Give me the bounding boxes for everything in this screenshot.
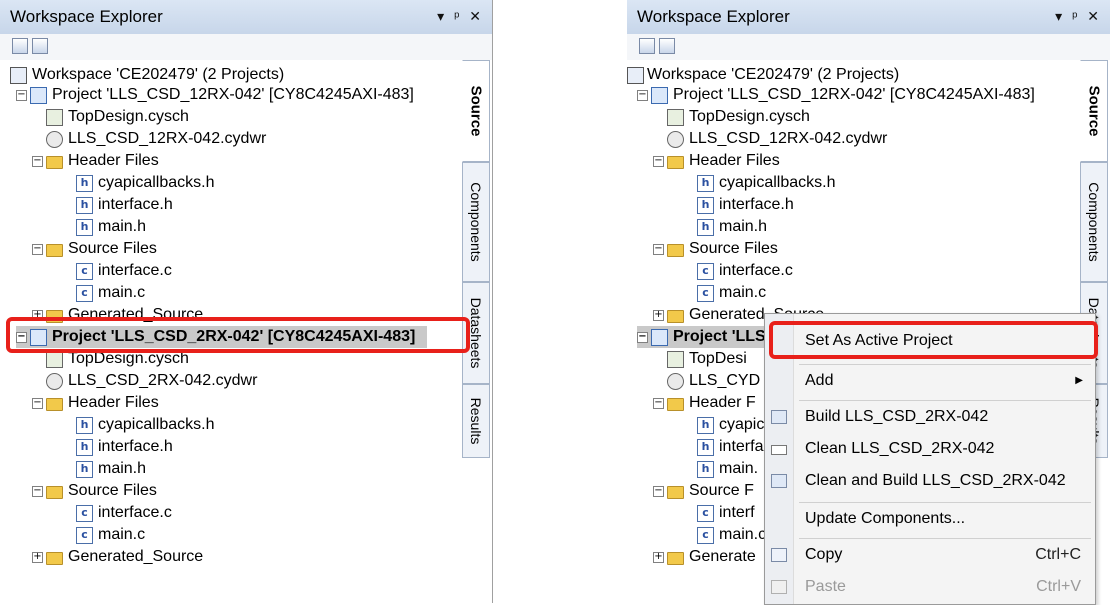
c-file-icon: c bbox=[697, 505, 714, 522]
title-bar: Workspace Explorer ▾ ᵖ ✕ bbox=[0, 0, 492, 35]
tab-components[interactable]: Components bbox=[462, 162, 490, 282]
submenu-arrow-icon: ▶ bbox=[1075, 375, 1083, 386]
properties-icon[interactable] bbox=[659, 38, 675, 54]
collapse-icon[interactable]: − bbox=[32, 398, 43, 409]
collapse-icon[interactable]: − bbox=[637, 90, 648, 101]
folder-icon bbox=[667, 310, 684, 323]
folder-icon bbox=[667, 398, 684, 411]
folder-icon bbox=[667, 486, 684, 499]
design-wide-resources-icon bbox=[667, 131, 684, 148]
project-icon bbox=[30, 87, 47, 104]
c-file-icon: c bbox=[697, 527, 714, 544]
menu-item-copy[interactable]: Copy Ctrl+C bbox=[765, 540, 1095, 570]
workspace-explorer-left: Workspace Explorer ▾ ᵖ ✕ Workspace 'CE20… bbox=[0, 0, 493, 603]
c-file-icon: c bbox=[76, 285, 93, 302]
workspace-icon bbox=[10, 67, 27, 84]
expand-icon[interactable]: + bbox=[653, 310, 664, 321]
toolbar bbox=[0, 34, 492, 60]
collapse-icon[interactable]: − bbox=[16, 90, 27, 101]
collapse-icon[interactable]: − bbox=[32, 486, 43, 497]
menu-item-paste[interactable]: Paste Ctrl+V bbox=[765, 572, 1095, 602]
window-controls[interactable]: ▾ ᵖ ✕ bbox=[1055, 8, 1102, 25]
menu-separator bbox=[799, 364, 1091, 365]
title-bar: Workspace Explorer ▾ ᵖ ✕ bbox=[627, 0, 1110, 35]
collapse-icon[interactable]: − bbox=[653, 398, 664, 409]
header-file-icon: h bbox=[697, 219, 714, 236]
folder-icon bbox=[46, 156, 63, 169]
expand-icon[interactable]: + bbox=[32, 552, 43, 563]
header-file-icon: h bbox=[76, 219, 93, 236]
folder-icon bbox=[46, 244, 63, 257]
header-file-icon: h bbox=[76, 439, 93, 456]
folder-icon bbox=[667, 156, 684, 169]
menu-item-clean-and-build[interactable]: Clean and Build LLS_CSD_2RX-042 bbox=[765, 466, 1095, 496]
project-icon bbox=[651, 329, 668, 346]
header-file-icon: h bbox=[697, 417, 714, 434]
expand-icon[interactable]: + bbox=[653, 552, 664, 563]
tab-results[interactable]: Results bbox=[462, 384, 490, 458]
tab-components[interactable]: Components bbox=[1080, 162, 1108, 282]
collapse-icon[interactable]: − bbox=[32, 156, 43, 167]
panel-title: Workspace Explorer bbox=[10, 7, 163, 26]
collapse-icon[interactable]: − bbox=[637, 332, 648, 343]
project-icon bbox=[651, 87, 668, 104]
collapse-all-icon[interactable] bbox=[12, 38, 28, 54]
design-wide-resources-icon bbox=[46, 373, 63, 390]
collapse-icon[interactable]: − bbox=[653, 156, 664, 167]
clean-build-icon bbox=[771, 474, 787, 488]
schematic-icon bbox=[667, 351, 684, 368]
collapse-icon[interactable]: − bbox=[653, 244, 664, 255]
folder-icon bbox=[667, 244, 684, 257]
header-file-icon: h bbox=[697, 439, 714, 456]
folder-icon bbox=[667, 552, 684, 565]
schematic-icon bbox=[46, 109, 63, 126]
menu-item-clean[interactable]: Clean LLS_CSD_2RX-042 bbox=[765, 434, 1095, 464]
paste-icon bbox=[771, 580, 787, 594]
collapse-icon[interactable]: − bbox=[32, 244, 43, 255]
header-file-icon: h bbox=[76, 417, 93, 434]
c-file-icon: c bbox=[697, 263, 714, 280]
c-file-icon: c bbox=[76, 263, 93, 280]
header-file-icon: h bbox=[697, 197, 714, 214]
menu-separator bbox=[799, 400, 1091, 401]
folder-icon bbox=[46, 398, 63, 411]
highlight-box bbox=[6, 317, 470, 353]
c-file-icon: c bbox=[697, 285, 714, 302]
workspace-icon bbox=[627, 67, 644, 84]
schematic-icon bbox=[46, 351, 63, 368]
header-file-icon: h bbox=[697, 175, 714, 192]
properties-icon[interactable] bbox=[32, 38, 48, 54]
header-file-icon: h bbox=[76, 197, 93, 214]
copy-icon bbox=[771, 548, 787, 562]
menu-item-build[interactable]: Build LLS_CSD_2RX-042 bbox=[765, 402, 1095, 432]
schematic-icon bbox=[667, 109, 684, 126]
folder-icon bbox=[46, 486, 63, 499]
tab-source[interactable]: Source bbox=[1080, 60, 1108, 162]
clean-icon bbox=[771, 445, 787, 455]
design-wide-resources-icon bbox=[46, 131, 63, 148]
panel-title: Workspace Explorer bbox=[637, 7, 790, 26]
build-icon bbox=[771, 410, 787, 424]
tab-source[interactable]: Source bbox=[462, 60, 490, 162]
c-file-icon: c bbox=[76, 527, 93, 544]
header-file-icon: h bbox=[76, 461, 93, 478]
menu-item-add[interactable]: Add ▶ bbox=[765, 366, 1095, 396]
header-file-icon: h bbox=[76, 175, 93, 192]
window-controls[interactable]: ▾ ᵖ ✕ bbox=[437, 8, 484, 25]
menu-separator bbox=[799, 502, 1091, 503]
collapse-all-icon[interactable] bbox=[639, 38, 655, 54]
folder-icon bbox=[46, 552, 63, 565]
design-wide-resources-icon bbox=[667, 373, 684, 390]
c-file-icon: c bbox=[76, 505, 93, 522]
header-file-icon: h bbox=[697, 461, 714, 478]
highlight-box bbox=[769, 321, 1098, 359]
menu-item-update-components[interactable]: Update Components... bbox=[765, 504, 1095, 534]
toolbar bbox=[627, 34, 1110, 60]
collapse-icon[interactable]: − bbox=[653, 486, 664, 497]
menu-separator bbox=[799, 538, 1091, 539]
